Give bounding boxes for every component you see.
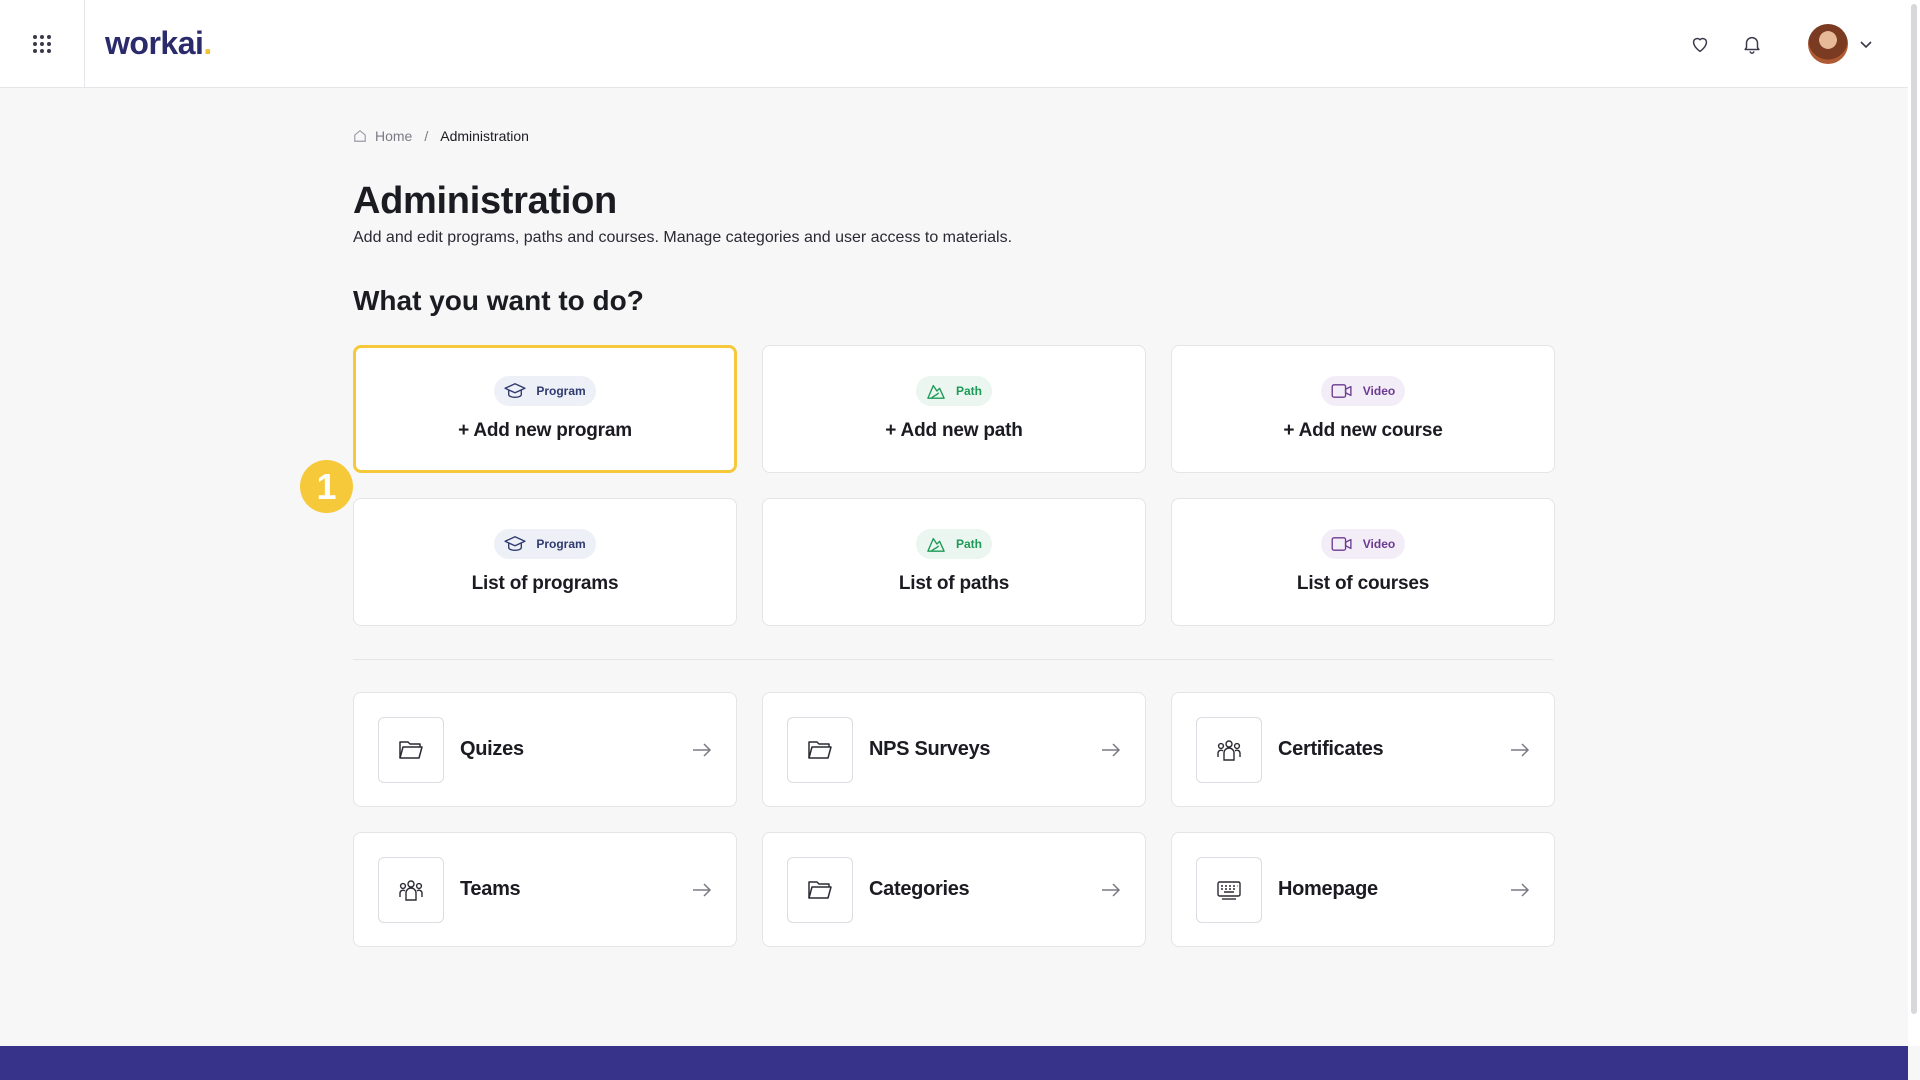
quizes-label: Quizes [460,738,524,760]
arrow-right-icon [692,742,712,758]
homepage-card[interactable]: Homepage [1171,832,1555,947]
user-avatar[interactable] [1808,23,1848,64]
quizes-icon-box [378,716,444,783]
add-new-program-label: + Add new program [458,420,632,441]
header-actions [1660,23,1874,64]
categories-card[interactable]: Categories [762,832,1146,947]
folder-icon [808,880,832,899]
footer-bar [0,1046,1908,1080]
program-tag-label: Program [536,384,586,398]
apps-menu-button[interactable] [0,0,85,88]
quizes-card[interactable]: Quizes [353,692,737,807]
scrollbar-track[interactable] [1908,0,1920,1046]
add-new-path-label: + Add new path [885,420,1023,441]
logo-text: workai [105,25,204,61]
workai-logo[interactable]: workai. [105,25,212,62]
nav-cards-grid: Quizes NPS Surveys Certificates Teams Ca… [353,692,1555,947]
arrow-right-icon [1101,882,1121,898]
video-tag: Video [1320,529,1406,559]
action-cards-grid: Program + Add new program Path + Add new… [353,345,1555,626]
main-content: Home / Administration Administration Add… [353,128,1555,947]
arrow-right-icon [692,882,712,898]
people-icon [1217,739,1241,761]
video-icon [1331,537,1352,551]
notifications-button[interactable] [1740,32,1764,56]
path-icon [927,384,945,399]
list-of-courses-label: List of courses [1296,573,1430,594]
video-tag: Video [1320,376,1406,406]
arrow-right-icon [1510,742,1530,758]
video-tag-label: Video [1362,384,1396,398]
chevron-down-icon [1860,40,1872,48]
section-title: What you want to do? [353,285,644,316]
page-title: Administration [353,180,617,222]
breadcrumb-current: Administration [440,128,529,144]
teams-icon-box [378,856,444,923]
list-of-paths-card[interactable]: Path List of paths [762,498,1146,626]
grid-icon [33,34,51,53]
teams-card[interactable]: Teams [353,832,737,947]
add-new-path-card[interactable]: Path + Add new path [762,345,1146,473]
categories-label: Categories [869,878,970,900]
arrow-right-icon [1510,882,1530,898]
top-bar: workai. [0,0,1908,88]
list-of-courses-card[interactable]: Video List of courses [1171,498,1555,626]
path-icon [927,537,945,552]
breadcrumb: Home / Administration [353,128,1553,144]
graduation-cap-icon [504,383,526,398]
breadcrumb-separator: / [424,128,429,144]
add-new-course-card[interactable]: Video + Add new course [1171,345,1555,473]
nps-surveys-label: NPS Surveys [869,738,991,760]
breadcrumb-home-link[interactable]: Home [375,128,412,144]
add-new-course-label: + Add new course [1283,420,1443,441]
list-of-programs-label: List of programs [471,573,619,594]
logo-dot: . [203,25,212,61]
nps-surveys-card[interactable]: NPS Surveys [762,692,1146,807]
path-tag-label: Path [955,537,982,551]
list-of-paths-label: List of paths [898,573,1010,594]
section-divider [353,659,1553,660]
categories-icon-box [787,856,853,923]
path-tag-label: Path [955,384,982,398]
arrow-right-icon [1101,742,1121,758]
certificates-card[interactable]: Certificates [1171,692,1555,807]
homepage-icon-box [1196,856,1262,923]
folder-icon [399,740,423,759]
user-menu-toggle[interactable] [1858,36,1874,52]
home-icon [354,130,366,142]
step-number-badge: 1 [300,460,353,513]
video-tag-label: Video [1362,537,1396,551]
favorites-button[interactable] [1688,32,1712,56]
program-tag: Program [494,376,596,406]
certificates-label: Certificates [1278,738,1384,760]
nps-surveys-icon-box [787,716,853,783]
path-tag: Path [915,376,992,406]
page-subtitle: Add and edit programs, paths and courses… [353,229,1013,246]
program-tag: Program [494,529,596,559]
heart-icon [1692,37,1708,52]
graduation-cap-icon [504,536,526,551]
teams-label: Teams [460,878,521,900]
folder-icon [808,740,832,759]
list-of-programs-card[interactable]: Program List of programs [353,498,737,626]
homepage-label: Homepage [1278,878,1378,900]
people-icon [399,879,423,901]
certificates-icon-box [1196,716,1262,783]
video-icon [1331,384,1352,398]
program-tag-label: Program [536,537,586,551]
keyboard-icon [1217,880,1241,900]
add-new-program-card[interactable]: Program + Add new program [353,345,737,473]
scrollbar-thumb[interactable] [1911,4,1917,1014]
bell-icon [1744,36,1760,54]
path-tag: Path [915,529,992,559]
